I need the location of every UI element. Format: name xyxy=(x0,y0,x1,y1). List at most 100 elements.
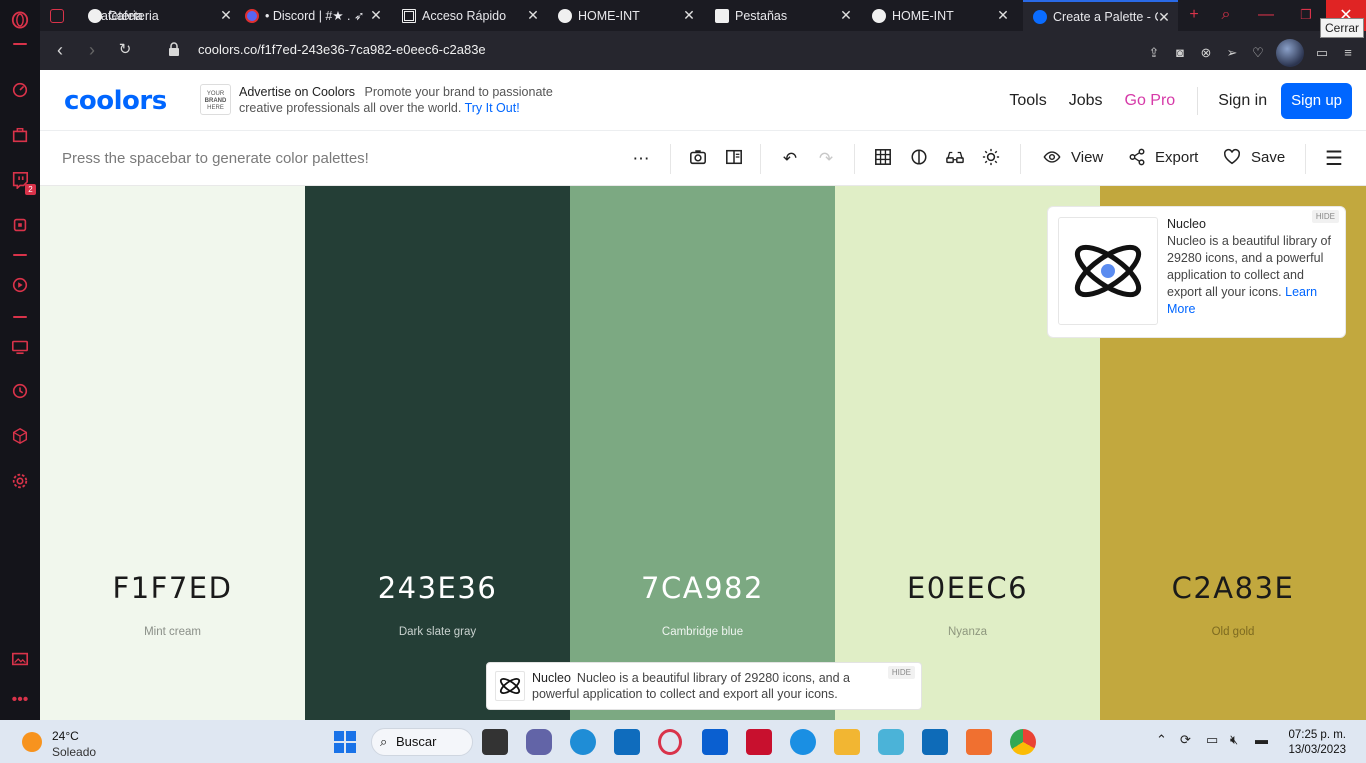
tab-close-icon[interactable]: ✕ xyxy=(525,7,541,23)
ad-card[interactable]: Nucleo Nucleo is a beautiful library of … xyxy=(1047,206,1346,338)
heart-icon[interactable] xyxy=(1221,148,1243,170)
tray-chevron-icon[interactable]: ⌃ xyxy=(1156,732,1167,748)
vscode-icon[interactable] xyxy=(922,729,948,755)
tab-1[interactable]: Cafeteria ✕ xyxy=(78,0,240,31)
tab-close-icon[interactable]: ✕ xyxy=(368,7,384,23)
hex-code[interactable]: 243E36 xyxy=(305,571,570,605)
color-name[interactable]: Dark slate gray xyxy=(305,626,570,638)
app-map-icon[interactable] xyxy=(878,729,904,755)
url-text[interactable]: coolors.co/f1f7ed-243e36-7ca982-e0eec6-c… xyxy=(198,42,486,57)
mcafee-icon[interactable] xyxy=(746,729,772,755)
view-button[interactable]: View xyxy=(1071,149,1103,166)
minimize-icon[interactable]: — xyxy=(1256,5,1276,25)
block-icon[interactable]: ⊗ xyxy=(1198,45,1214,61)
teams-icon[interactable] xyxy=(526,729,552,755)
color-name[interactable]: Old gold xyxy=(1100,626,1366,638)
hide-banner-button[interactable]: HIDE xyxy=(887,666,915,679)
battery-icon[interactable]: ▬ xyxy=(1255,732,1268,747)
tab-close-icon[interactable]: ✕ xyxy=(218,7,234,23)
player-icon[interactable] xyxy=(9,274,31,296)
share-icon[interactable]: ⇪ xyxy=(1146,45,1162,61)
sign-up-button[interactable]: Sign up xyxy=(1281,83,1352,119)
glasses-icon[interactable] xyxy=(944,148,966,170)
profile-avatar[interactable] xyxy=(1276,39,1304,67)
color-name[interactable]: Mint cream xyxy=(40,626,305,638)
tab-close-icon[interactable]: ✕ xyxy=(838,7,854,23)
tab-5[interactable]: Pestañas ✕ xyxy=(705,0,860,31)
tab-close-icon[interactable]: ✕ xyxy=(681,7,697,23)
forward-arrow-icon[interactable]: › xyxy=(82,40,102,60)
color-name[interactable]: Cambridge blue xyxy=(570,626,835,638)
eye-icon[interactable] xyxy=(1041,148,1063,170)
history-icon[interactable] xyxy=(9,380,31,402)
hex-code[interactable]: F1F7ED xyxy=(40,571,305,605)
reload-icon[interactable]: ↻ xyxy=(115,40,135,60)
task-view-icon[interactable] xyxy=(482,729,508,755)
share-nodes-icon[interactable] xyxy=(1126,148,1148,170)
store-icon[interactable] xyxy=(702,729,728,755)
coolors-logo[interactable]: coolors xyxy=(64,86,167,116)
compare-columns-icon[interactable] xyxy=(723,148,745,170)
menu-lines-icon[interactable]: ≡ xyxy=(1340,45,1356,61)
cube-icon[interactable] xyxy=(9,425,31,447)
export-button[interactable]: Export xyxy=(1155,149,1198,166)
tabs-icon[interactable] xyxy=(9,335,31,357)
nav-jobs[interactable]: Jobs xyxy=(1069,92,1103,110)
network-icon[interactable]: ▭ xyxy=(1206,732,1218,748)
new-tab-plus-icon[interactable]: + xyxy=(1184,5,1204,25)
redo-icon[interactable]: ↷ xyxy=(815,148,837,170)
speed-dial-icon[interactable] xyxy=(9,79,31,101)
save-button[interactable]: Save xyxy=(1251,149,1285,166)
restore-icon[interactable]: ❐ xyxy=(1296,5,1316,25)
help-icon[interactable] xyxy=(790,729,816,755)
hex-code[interactable]: 7CA982 xyxy=(570,571,835,605)
settings-gear-icon[interactable] xyxy=(9,470,31,492)
send-icon[interactable]: ➢ xyxy=(1224,45,1240,61)
volume-muted-icon[interactable]: 🔇︎ xyxy=(1230,732,1238,748)
taskbar-search[interactable]: ⌕ Buscar xyxy=(371,728,473,756)
tab-active[interactable]: Create a Palette - C ✕ xyxy=(1023,0,1178,31)
more-icon[interactable]: ••• xyxy=(9,689,31,711)
color-swatch[interactable]: F1F7ED Mint cream xyxy=(40,186,305,720)
edge-icon[interactable] xyxy=(570,729,596,755)
chrome-icon[interactable] xyxy=(1010,729,1036,755)
sun-weather-icon[interactable] xyxy=(22,732,42,752)
opera-logo-icon[interactable] xyxy=(9,9,31,31)
nav-go-pro[interactable]: Go Pro xyxy=(1125,92,1176,110)
more-options-icon[interactable]: ⋯ xyxy=(630,148,652,170)
brightness-sun-icon[interactable] xyxy=(980,148,1002,170)
file-explorer-icon[interactable] xyxy=(834,729,860,755)
hamburger-menu-icon[interactable]: ☰ xyxy=(1323,148,1345,170)
hex-code[interactable]: C2A83E xyxy=(1100,571,1366,605)
undo-icon[interactable]: ↶ xyxy=(779,148,801,170)
sign-in-link[interactable]: Sign in xyxy=(1218,92,1267,110)
brand-placeholder-logo[interactable]: YOUR BRAND HERE xyxy=(200,84,231,115)
gallery-icon[interactable] xyxy=(9,648,31,670)
tab-4[interactable]: HOME-INT ✕ xyxy=(548,0,703,31)
hide-ad-button[interactable]: HIDE xyxy=(1311,210,1339,223)
camera-icon[interactable] xyxy=(687,148,709,170)
color-swatch[interactable]: 243E36 Dark slate gray xyxy=(305,186,570,720)
sync-icon[interactable]: ⟳ xyxy=(1180,732,1191,748)
tab-2[interactable]: • Discord | #★ . ➶ ✕ xyxy=(235,0,390,31)
weather-temp[interactable]: 24°C xyxy=(52,729,79,743)
taskbar-clock[interactable]: 07:25 p. m. 13/03/2023 xyxy=(1288,728,1346,758)
tab-close-icon[interactable]: ✕ xyxy=(995,7,1011,23)
color-name[interactable]: Nyanza xyxy=(835,626,1100,638)
windows-start-icon[interactable] xyxy=(332,729,358,755)
battery-icon[interactable]: ▭ xyxy=(1314,45,1330,61)
weather-desc[interactable]: Soleado xyxy=(52,745,96,759)
app-blue-icon[interactable] xyxy=(614,729,640,755)
tab-3[interactable]: Acceso Rápido ✕ xyxy=(392,0,547,31)
nav-tools[interactable]: Tools xyxy=(1009,92,1046,110)
camera-icon[interactable]: ◙ xyxy=(1172,45,1188,61)
try-it-out-link[interactable]: Try It Out! xyxy=(465,101,520,115)
tab-close-icon[interactable]: ✕ xyxy=(1156,9,1172,25)
opera-icon[interactable] xyxy=(658,729,682,755)
color-swatch[interactable]: 7CA982 Cambridge blue xyxy=(570,186,835,720)
workspace-icon[interactable] xyxy=(9,124,31,146)
grid-icon[interactable] xyxy=(872,148,894,170)
heart-icon[interactable]: ♡ xyxy=(1250,45,1266,61)
tab-6[interactable]: HOME-INT ✕ xyxy=(862,0,1017,31)
back-arrow-icon[interactable]: ‹ xyxy=(50,40,70,60)
